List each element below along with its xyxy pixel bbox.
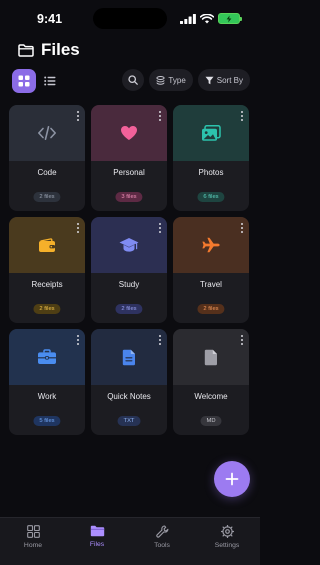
- folder-icon: [90, 525, 104, 537]
- grid-icon: [18, 75, 30, 87]
- briefcase-icon: [38, 349, 56, 364]
- type-filter-button[interactable]: Type: [149, 69, 193, 91]
- nav-item-home[interactable]: Home: [8, 525, 58, 549]
- file-count-badge: 5 files: [33, 416, 61, 426]
- status-icons: [180, 13, 242, 24]
- list-icon: [44, 76, 56, 86]
- folder-name: Work: [37, 392, 57, 401]
- file-count-badge: 2 files: [33, 192, 61, 202]
- toolbar: Type Sort By: [12, 69, 250, 93]
- bottom-nav: Home Files Tools Settings: [0, 517, 260, 565]
- file-type-badge: TXT: [117, 416, 141, 426]
- folder-icon: [18, 43, 34, 57]
- nav-item-settings[interactable]: Settings: [202, 525, 252, 549]
- sort-button[interactable]: Sort By: [197, 69, 250, 91]
- folder-name: Receipts: [31, 280, 63, 289]
- folder-card-preview: [9, 105, 85, 161]
- page-title: Files: [41, 40, 80, 59]
- funnel-icon: [205, 76, 214, 84]
- gear-icon: [220, 525, 234, 538]
- code-icon: [38, 126, 56, 140]
- file-count-badge: 6 files: [197, 192, 225, 202]
- document-icon: [204, 349, 217, 365]
- grid-icon: [26, 525, 40, 538]
- folder-card-preview: [91, 105, 167, 161]
- nav-label-tools: Tools: [154, 542, 170, 549]
- airplane-icon: [202, 237, 220, 253]
- folder-name: Quick Notes: [107, 392, 151, 401]
- file-count-badge: 2 files: [115, 304, 143, 314]
- folder-card-preview: [9, 217, 85, 273]
- folder-card-preview: [173, 329, 249, 385]
- status-time: 9:41: [37, 12, 63, 26]
- folder-card[interactable]: Work 5 files: [9, 329, 85, 435]
- wifi-icon: [200, 13, 214, 23]
- status-bar: 9:41: [0, 0, 260, 36]
- folder-card[interactable]: Photos 6 files: [173, 105, 249, 211]
- more-options-icon[interactable]: [239, 223, 245, 233]
- image-icon: [202, 124, 221, 141]
- page-header: Files: [18, 40, 80, 60]
- folder-card-preview: [91, 217, 167, 273]
- file-type-badge: MD: [200, 416, 222, 426]
- folder-card[interactable]: Personal 3 files: [91, 105, 167, 211]
- file-count-badge: 3 files: [115, 192, 143, 202]
- folder-card[interactable]: Travel 2 files: [173, 217, 249, 323]
- grid-view-button[interactable]: [12, 69, 36, 93]
- type-filter-label: Type: [168, 75, 186, 85]
- nav-label-files: Files: [89, 541, 105, 548]
- search-icon: [128, 75, 139, 85]
- more-options-icon[interactable]: [239, 111, 245, 121]
- folder-card[interactable]: Study 2 files: [91, 217, 167, 323]
- folder-card-preview: [9, 329, 85, 385]
- nav-label-settings: Settings: [214, 542, 240, 549]
- folder-card[interactable]: Code 2 files: [9, 105, 85, 211]
- wrench-icon: [155, 525, 168, 538]
- search-button[interactable]: [122, 69, 145, 91]
- battery-icon: [218, 13, 242, 24]
- heart-icon: [121, 126, 137, 140]
- toolbar-actions: Type Sort By: [122, 69, 250, 91]
- document-icon: [122, 349, 135, 365]
- folder-card-preview: [173, 217, 249, 273]
- more-options-icon[interactable]: [75, 335, 81, 345]
- sort-label: Sort By: [216, 75, 243, 85]
- add-button[interactable]: [214, 461, 250, 497]
- file-count-badge: 2 files: [197, 304, 225, 314]
- folder-card[interactable]: Quick Notes TXT: [91, 329, 167, 435]
- folder-grid: Code 2 files Personal 3 files Photos 6 f…: [9, 105, 251, 435]
- signal-icon: [180, 13, 196, 24]
- folder-card[interactable]: Receipts 2 files: [9, 217, 85, 323]
- folder-name: Personal: [113, 168, 145, 177]
- more-options-icon[interactable]: [75, 223, 81, 233]
- folder-name: Code: [37, 168, 57, 177]
- folder-name: Study: [118, 280, 140, 289]
- more-options-icon[interactable]: [239, 335, 245, 345]
- list-view-button[interactable]: [38, 69, 62, 93]
- graduation-cap-icon: [119, 238, 139, 252]
- view-toggle: [12, 69, 62, 93]
- folder-card[interactable]: Welcome MD: [173, 329, 249, 435]
- file-count-badge: 2 files: [33, 304, 61, 314]
- nav-label-home: Home: [23, 542, 43, 549]
- folder-name: Photos: [198, 168, 224, 177]
- folder-card-preview: [173, 105, 249, 161]
- folder-card-preview: [91, 329, 167, 385]
- plus-icon: [225, 472, 239, 486]
- more-options-icon[interactable]: [157, 111, 163, 121]
- dynamic-island: [93, 8, 167, 29]
- more-options-icon[interactable]: [157, 335, 163, 345]
- wallet-icon: [39, 237, 55, 252]
- more-options-icon[interactable]: [157, 223, 163, 233]
- folder-name: Travel: [200, 280, 222, 289]
- more-options-icon[interactable]: [75, 111, 81, 121]
- folder-name: Welcome: [194, 392, 228, 401]
- nav-item-files[interactable]: Files: [72, 525, 122, 548]
- nav-item-tools[interactable]: Tools: [137, 525, 187, 549]
- stack-icon: [156, 75, 166, 85]
